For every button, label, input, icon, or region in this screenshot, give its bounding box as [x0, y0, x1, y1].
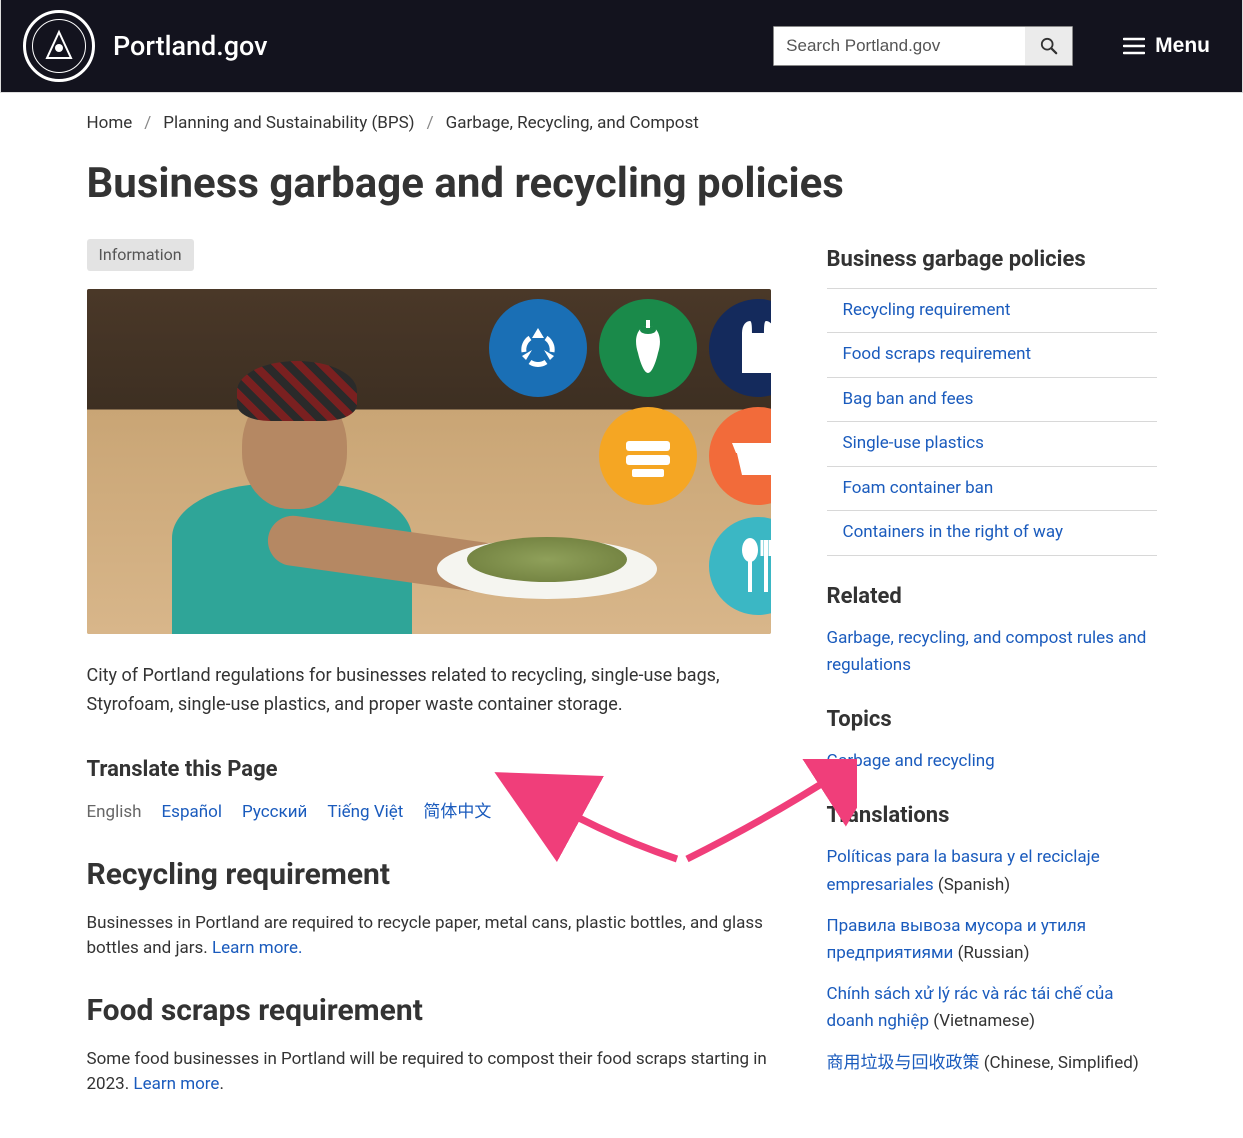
breadcrumb-separator: / — [140, 111, 155, 137]
breadcrumb-item[interactable]: Planning and Sustainability (BPS) — [163, 111, 414, 137]
search-form — [773, 26, 1073, 66]
sidebar-nav-title: Business garbage policies — [827, 243, 1157, 276]
section-body: Businesses in Portland are required to r… — [87, 911, 779, 962]
breadcrumb-separator: / — [423, 111, 438, 137]
sidebar-nav-item[interactable]: Food scraps requirement — [827, 332, 1157, 377]
section-heading-recycling: Recycling requirement — [87, 852, 779, 897]
sidebar-nav-item[interactable]: Foam container ban — [827, 466, 1157, 511]
sidebar-nav-item[interactable]: Single-use plastics — [827, 421, 1157, 466]
sidebar: Business garbage policies Recycling requ… — [827, 239, 1157, 1098]
breadcrumb-item[interactable]: Garbage, Recycling, and Compost — [446, 111, 699, 137]
city-seal-icon — [23, 10, 95, 82]
sidebar-translations-title: Translations — [827, 799, 1157, 832]
lang-link[interactable]: 简体中文 — [423, 800, 491, 826]
search-button[interactable] — [1025, 26, 1073, 66]
lang-link[interactable]: Русский — [242, 800, 307, 826]
sidebar-nav: Recycling requirement Food scraps requir… — [827, 288, 1157, 556]
site-title[interactable]: Portland.gov — [113, 26, 268, 67]
translation-item: Políticas para la basura y el reciclaje … — [827, 844, 1157, 898]
language-list: English Español Русский Tiếng Việt 简体中文 — [87, 800, 779, 826]
menu-button[interactable]: Menu — [1123, 34, 1210, 58]
breadcrumb-item[interactable]: Home — [87, 111, 133, 137]
breadcrumb: Home / Planning and Sustainability (BPS)… — [87, 111, 1157, 137]
translation-item: 商用垃圾与回收政策 (Chinese, Simplified) — [827, 1050, 1157, 1077]
intro-text: City of Portland regulations for busines… — [87, 662, 779, 720]
hero-image — [87, 289, 771, 634]
sidebar-nav-item[interactable]: Bag ban and fees — [827, 377, 1157, 422]
learn-more-link[interactable]: Learn more — [133, 1074, 219, 1094]
lang-link[interactable]: Español — [162, 800, 222, 826]
translation-item: Chính sách xử lý rác và rác tái chế của … — [827, 981, 1157, 1035]
section-body: Some food businesses in Portland will be… — [87, 1047, 779, 1098]
search-icon — [1040, 37, 1058, 55]
translate-heading: Translate this Page — [87, 753, 779, 786]
site-header: Portland.gov Menu — [0, 0, 1243, 93]
learn-more-link[interactable]: Learn more. — [212, 938, 303, 958]
sidebar-nav-item[interactable]: Recycling requirement — [827, 288, 1157, 333]
menu-label: Menu — [1155, 34, 1210, 58]
hamburger-icon — [1123, 37, 1145, 55]
page-title: Business garbage and recycling policies — [87, 159, 1157, 209]
info-badge: Information — [87, 239, 194, 271]
topics-link[interactable]: Garbage and recycling — [827, 748, 1157, 775]
lang-link[interactable]: Tiếng Việt — [327, 800, 403, 826]
sidebar-topics-title: Topics — [827, 703, 1157, 736]
sidebar-nav-item[interactable]: Containers in the right of way — [827, 510, 1157, 556]
apple-core-icon — [599, 299, 697, 397]
sidebar-related-title: Related — [827, 580, 1157, 613]
related-link[interactable]: Garbage, recycling, and compost rules an… — [827, 625, 1157, 679]
search-input[interactable] — [773, 26, 1025, 66]
recycle-icon — [489, 299, 587, 397]
translation-item: Правила вывоза мусора и утиля предприяти… — [827, 913, 1157, 967]
container-stack-icon — [599, 407, 697, 505]
section-heading-food: Food scraps requirement — [87, 988, 779, 1033]
lang-current: English — [87, 800, 142, 826]
